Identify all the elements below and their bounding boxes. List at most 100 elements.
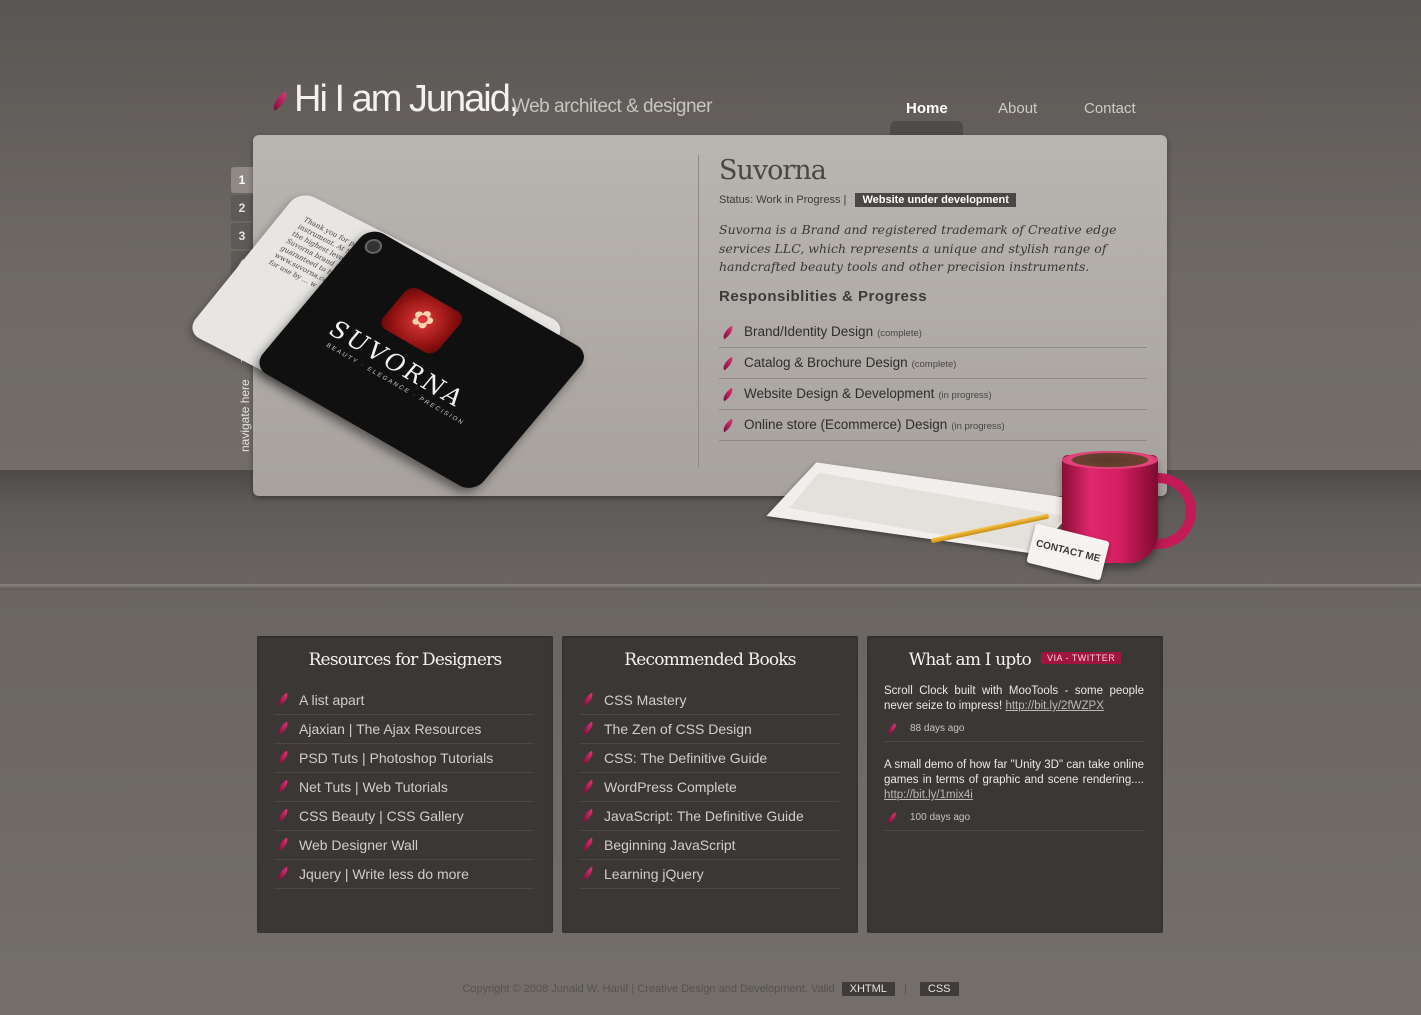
link-label: CSS: The Definitive Guide [604, 750, 768, 766]
link-label: Web Designer Wall [299, 837, 419, 853]
time-label: 100 days ago [910, 812, 971, 823]
pager-item-1[interactable]: 1 [231, 167, 253, 193]
link-label: WordPress Complete [604, 779, 737, 795]
feather-icon [720, 418, 736, 433]
book-link[interactable]: The Zen of CSS Design [579, 715, 839, 744]
feather-icon [580, 750, 596, 765]
project-status: Status: Work in Progress | Website under… [719, 193, 1016, 207]
link-label: Beginning JavaScript [604, 837, 736, 853]
css-valid-link[interactable]: CSS [919, 982, 959, 996]
responsibilities-list: Brand/Identity Design (complete) Catalog … [719, 317, 1147, 441]
feather-icon [275, 721, 291, 736]
feather-icon [275, 779, 291, 794]
list-item: Catalog & Brochure Design (complete) [719, 348, 1147, 379]
status-label: Status: Work in Progress | [719, 194, 847, 206]
book-link[interactable]: Beginning JavaScript [579, 831, 839, 860]
book-link[interactable]: Learning jQuery [579, 860, 839, 889]
resource-link[interactable]: A list apart [274, 686, 534, 715]
book-link[interactable]: CSS Mastery [579, 686, 839, 715]
twitter-title: What am I upto [908, 650, 1032, 670]
twitter-panel: What am I upto VIA - TWITTER Scroll Clock… [867, 636, 1163, 933]
resource-link[interactable]: CSS Beauty | CSS Gallery [274, 802, 534, 831]
footer: Copyright © 2008 Junaid W. Hanif | Creat… [0, 982, 1421, 996]
book-link[interactable]: CSS: The Definitive Guide [579, 744, 839, 773]
resource-link[interactable]: Jquery | Write less do more [274, 860, 534, 889]
pager-item-2[interactable]: 2 [231, 195, 253, 221]
slider-divider [698, 155, 699, 468]
books-list: CSS Mastery The Zen of CSS Design CSS: T… [579, 686, 839, 889]
panel-title: What am I upto VIA - TWITTER [867, 650, 1163, 670]
link-label: Learning jQuery [604, 866, 704, 882]
link-label: A list apart [299, 692, 365, 708]
feather-icon [720, 325, 736, 340]
nav-home[interactable]: Home [906, 100, 948, 117]
feather-icon [275, 837, 291, 852]
panel-title: Recommended Books [624, 650, 796, 670]
feather-icon [275, 866, 291, 881]
feather-icon [720, 356, 736, 371]
resource-link[interactable]: Net Tuts | Web Tutorials [274, 773, 534, 802]
feather-icon [580, 779, 596, 794]
feather-icon [580, 837, 596, 852]
navigate-hint: navigate here [238, 379, 252, 452]
resources-list: A list apart Ajaxian | The Ajax Resource… [274, 686, 534, 889]
feather-icon [580, 692, 596, 707]
nav-contact[interactable]: Contact [1084, 100, 1136, 117]
resource-link[interactable]: Web Designer Wall [274, 831, 534, 860]
link-label: The Zen of CSS Design [604, 721, 752, 737]
resource-link[interactable]: Ajaxian | The Ajax Resources [274, 715, 534, 744]
project-description: Suvorna is a Brand and registered tradem… [719, 222, 1117, 274]
books-panel: Recommended Books CSS Mastery The Zen of… [562, 636, 858, 933]
link-label: CSS Beauty | CSS Gallery [299, 808, 464, 824]
feather-icon [885, 812, 899, 824]
progress-tag: (complete) [911, 359, 957, 370]
responsibility-label: Brand/Identity Design [744, 324, 874, 339]
project-title: Suvorna [719, 155, 827, 186]
book-link[interactable]: WordPress Complete [579, 773, 839, 802]
tweet-timestamp: 88 days ago [884, 716, 1144, 742]
footer-separator: | [903, 983, 907, 995]
list-item: Brand/Identity Design (complete) [719, 317, 1147, 348]
time-label: 88 days ago [910, 723, 965, 734]
nav-about[interactable]: About [998, 100, 1037, 117]
responsibility-label: Catalog & Brochure Design [744, 355, 908, 370]
responsibilities-title: Responsiblities & Progress [719, 288, 928, 305]
tweet-timestamp: 100 days ago [884, 805, 1144, 831]
status-badge: Website under development [855, 193, 1016, 207]
xhtml-valid-link[interactable]: XHTML [841, 982, 895, 996]
mug-rim [1062, 451, 1158, 469]
tweet-text: A small demo of how far "Unity 3D" can t… [884, 758, 1144, 803]
logo-name: Hi I am Junaid, [294, 78, 519, 120]
copyright-text: Copyright © 2008 Junaid W. Hanif | Creat… [462, 983, 835, 995]
feather-icon [720, 387, 736, 402]
link-label: PSD Tuts | Photoshop Tutorials [299, 750, 494, 766]
link-label: CSS Mastery [604, 692, 687, 708]
responsibility-label: Online store (Ecommerce) Design [744, 417, 948, 432]
tweet-text: Scroll Clock built with MooTools - some … [884, 684, 1144, 714]
panel-title: Resources for Designers [308, 650, 503, 670]
tweet-link[interactable]: http://bit.ly/2fWZPX [1005, 700, 1103, 712]
link-label: Ajaxian | The Ajax Resources [299, 721, 482, 737]
resources-panel: Resources for Designers A list apart Aja… [257, 636, 553, 933]
feather-icon [275, 750, 291, 765]
resource-link[interactable]: PSD Tuts | Photoshop Tutorials [274, 744, 534, 773]
feather-icon [885, 723, 899, 735]
link-label: JavaScript: The Definitive Guide [604, 808, 804, 824]
twitter-badge[interactable]: VIA - TWITTER [1040, 652, 1122, 664]
feather-icon [580, 808, 596, 823]
list-item: Online store (Ecommerce) Design (in progr… [719, 410, 1147, 441]
responsibility-label: Website Design & Development [744, 386, 935, 401]
logo-tagline: Web architect & designer [512, 96, 712, 117]
progress-tag: (in progress) [951, 421, 1005, 432]
progress-tag: (complete) [877, 328, 922, 339]
progress-tag: (in progress) [938, 390, 992, 401]
pager-item-3[interactable]: 3 [231, 223, 253, 249]
feather-icon [275, 808, 291, 823]
tweet-body: A small demo of how far "Unity 3D" can t… [884, 759, 1144, 786]
feather-icon [580, 721, 596, 736]
feather-icon [275, 692, 291, 707]
feather-icon [580, 866, 596, 881]
tweet-link[interactable]: http://bit.ly/1mix4i [884, 789, 973, 801]
book-link[interactable]: JavaScript: The Definitive Guide [579, 802, 839, 831]
list-item: Website Design & Development (in progress… [719, 379, 1147, 410]
